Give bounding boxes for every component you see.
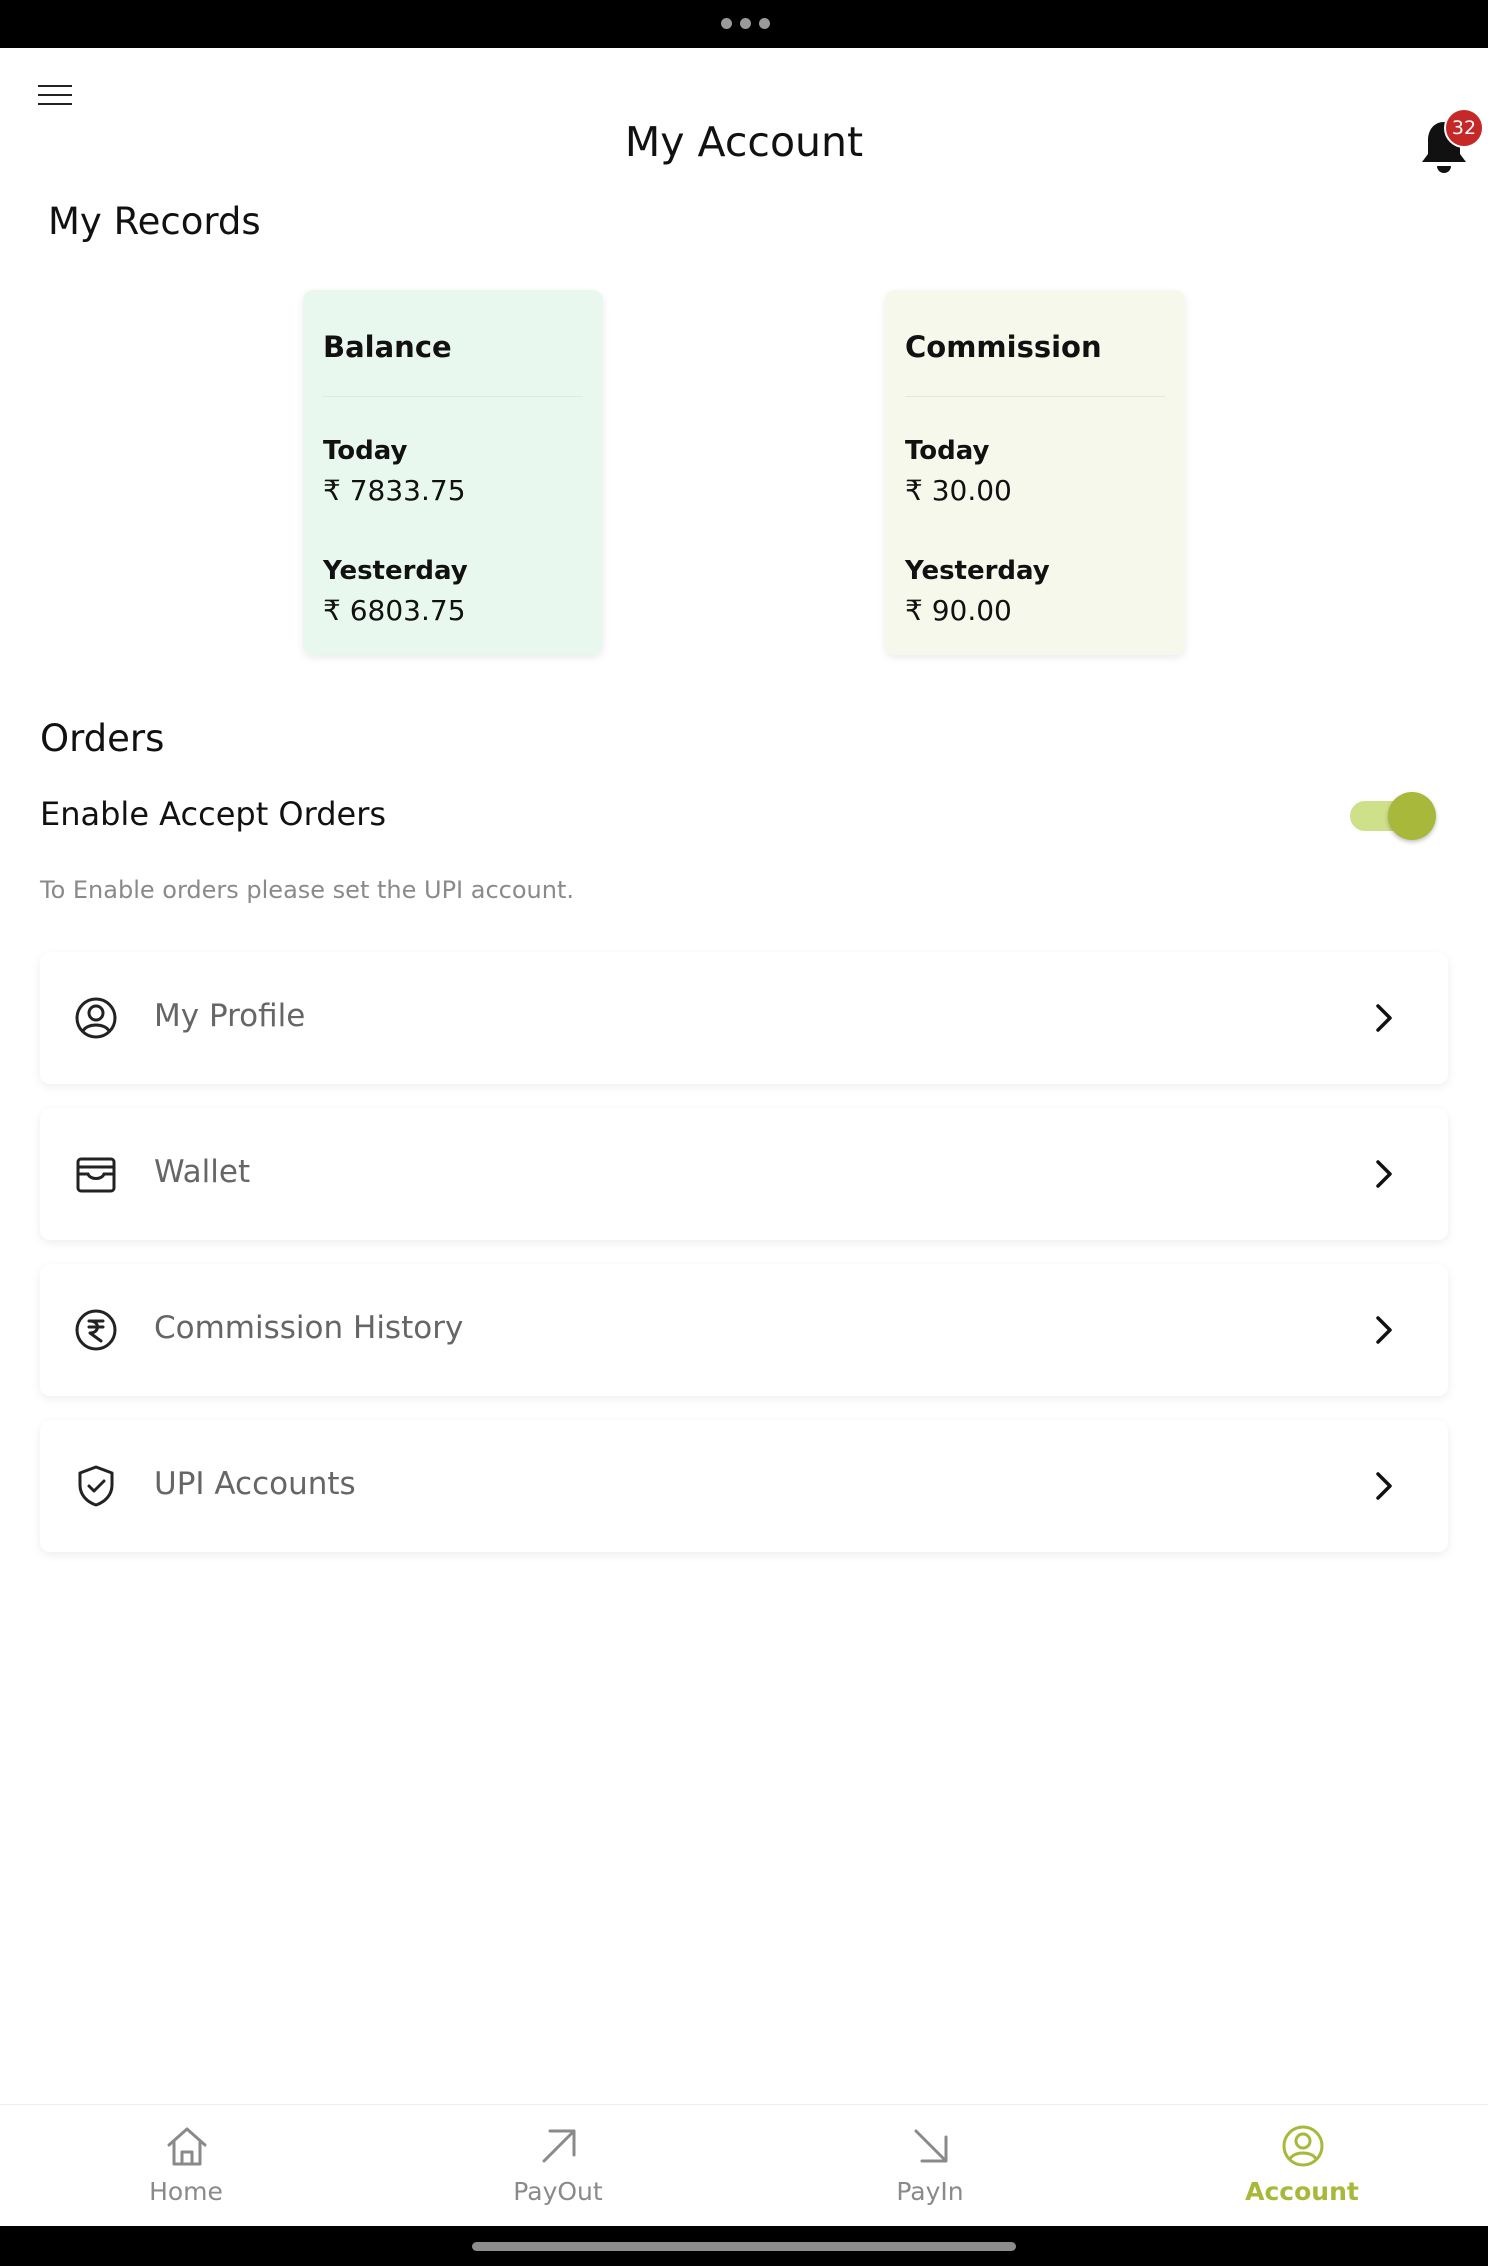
shield-check-icon: [78, 1465, 114, 1507]
bottom-nav: Home PayOut PayIn Account: [0, 2104, 1488, 2227]
balance-yesterday-value: ₹ 6803.75: [323, 594, 466, 627]
hamburger-menu-icon[interactable]: [38, 85, 72, 107]
menu-item-label: Wallet: [154, 1154, 251, 1190]
commission-card-title: Commission: [905, 330, 1102, 364]
chevron-right-icon: [1376, 1472, 1392, 1500]
user-circle-icon: [75, 997, 117, 1039]
card-divider: [323, 396, 583, 397]
orders-hint-text: To Enable orders please set the UPI acco…: [40, 876, 574, 904]
nav-item-home[interactable]: Home: [0, 2105, 372, 2227]
balance-today-label: Today: [323, 436, 408, 466]
chevron-right-icon: [1376, 1004, 1392, 1032]
card-divider: [905, 396, 1165, 397]
page-title: My Account: [624, 118, 864, 166]
chevron-right-icon: [1376, 1160, 1392, 1188]
accept-orders-label: Enable Accept Orders: [40, 795, 387, 833]
status-bar: [0, 0, 1488, 48]
nav-item-payout[interactable]: PayOut: [372, 2105, 744, 2227]
commission-yesterday-value: ₹ 90.00: [905, 594, 1012, 627]
balance-today-value: ₹ 7833.75: [323, 474, 466, 507]
records-section-title: My Records: [48, 200, 261, 243]
commission-yesterday-label: Yesterday: [905, 556, 1050, 586]
commission-card: Commission Today ₹ 30.00 Yesterday ₹ 90.…: [885, 290, 1185, 655]
menu-item-commission-history[interactable]: Commission History: [40, 1264, 1448, 1396]
rupee-circle-icon: [75, 1309, 117, 1351]
commission-today-label: Today: [905, 436, 990, 466]
menu-item-label: UPI Accounts: [154, 1466, 356, 1502]
status-dots: [721, 18, 770, 29]
notification-badge: 32: [1444, 108, 1484, 148]
chevron-right-icon: [1376, 1316, 1392, 1344]
menu-item-my-profile[interactable]: My Profile: [40, 952, 1448, 1084]
orders-section-title: Orders: [40, 717, 165, 760]
nav-item-account[interactable]: Account: [1116, 2105, 1488, 2227]
nav-label: PayOut: [513, 2177, 603, 2206]
nav-item-payin[interactable]: PayIn: [744, 2105, 1116, 2227]
user-circle-icon: [1282, 2125, 1324, 2167]
menu-item-upi-accounts[interactable]: UPI Accounts: [40, 1420, 1448, 1552]
menu-item-label: My Profile: [154, 998, 306, 1034]
home-indicator[interactable]: [472, 2242, 1016, 2251]
arrow-down-right-icon: [914, 2129, 948, 2163]
balance-card: Balance Today ₹ 7833.75 Yesterday ₹ 6803…: [303, 290, 603, 655]
commission-today-value: ₹ 30.00: [905, 474, 1012, 507]
menu-item-label: Commission History: [154, 1310, 464, 1346]
menu-item-wallet[interactable]: Wallet: [40, 1108, 1448, 1240]
home-icon: [167, 2127, 207, 2166]
balance-yesterday-label: Yesterday: [323, 556, 468, 586]
toggle-knob[interactable]: [1388, 792, 1436, 840]
wallet-icon: [76, 1157, 116, 1193]
nav-label: PayIn: [896, 2177, 964, 2206]
balance-card-title: Balance: [323, 330, 452, 364]
nav-label: Account: [1245, 2177, 1359, 2206]
arrow-up-right-icon: [542, 2129, 576, 2163]
nav-label: Home: [149, 2177, 223, 2206]
